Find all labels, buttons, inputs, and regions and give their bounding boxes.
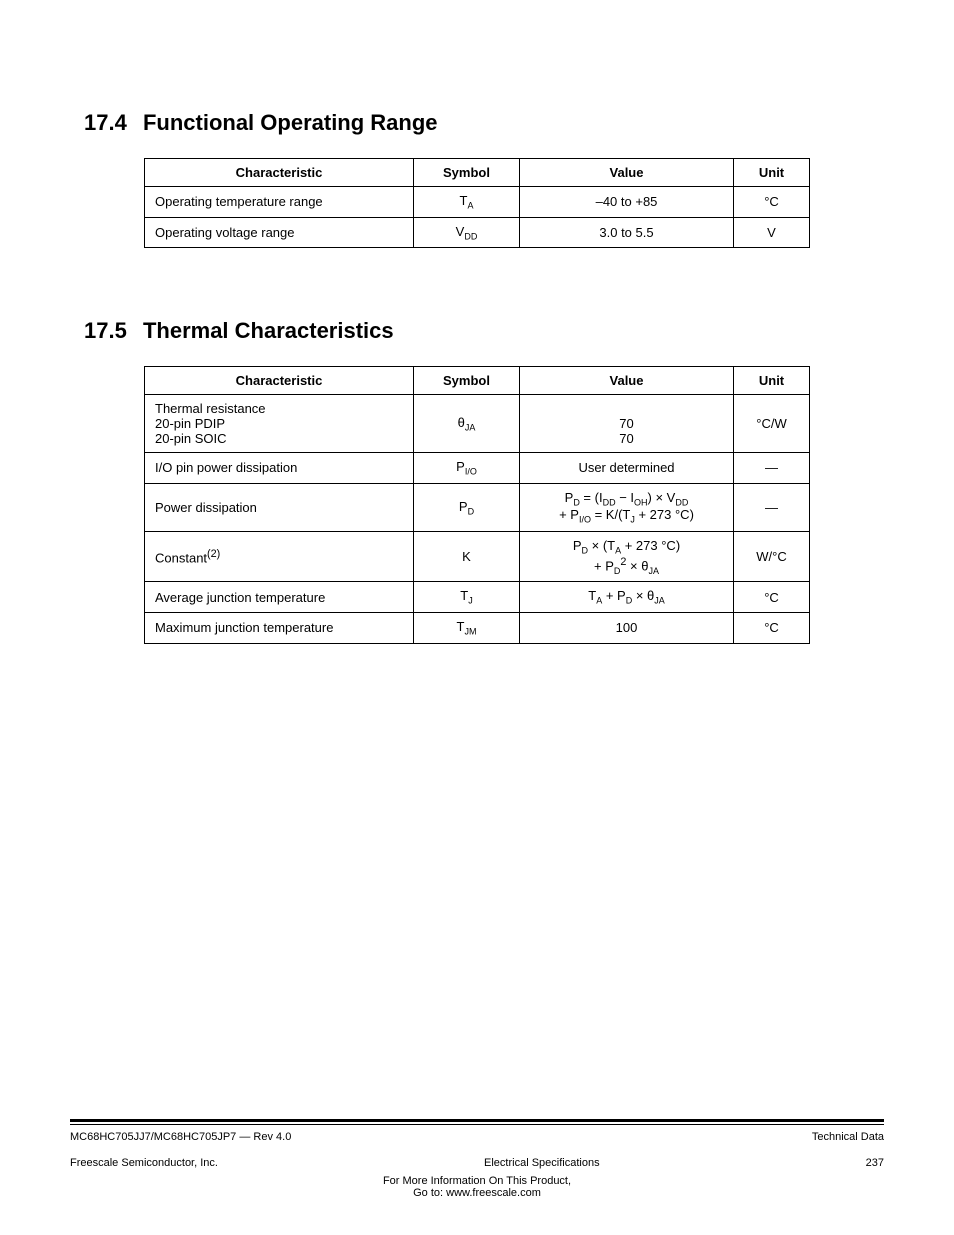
functional-operating-range-table: CharacteristicSymbolValueUnitOperating t… [144, 158, 810, 248]
column-header: Value [520, 159, 734, 187]
cell-unit: °C [734, 582, 810, 613]
cell-value: User determined [520, 453, 734, 484]
table-row: Maximum junction temperatureTJM100°C [145, 613, 810, 644]
cell-value: 7070 [520, 395, 734, 453]
cell-symbol: PD [414, 483, 520, 531]
column-header: Symbol [414, 367, 520, 395]
column-header: Unit [734, 159, 810, 187]
cell-characteristic: Operating temperature range [145, 187, 414, 218]
footer-sponsor: For More Information On This Product, Go… [70, 1175, 884, 1199]
section-title: Functional Operating Range [143, 110, 438, 135]
cell-characteristic: I/O pin power dissipation [145, 453, 414, 484]
table-row: Constant(2)KPD × (TA + 273 °C)+ PD2 × θJ… [145, 531, 810, 582]
cell-value: –40 to +85 [520, 187, 734, 218]
cell-characteristic: Power dissipation [145, 483, 414, 531]
page-footer: MC68HC705JJ7/MC68HC705JP7 — Rev 4.0 Tech… [70, 1119, 884, 1199]
section-heading-17-4: 17.4 Functional Operating Range [84, 110, 884, 136]
footer-right: Technical Data [812, 1131, 884, 1143]
table-row: Operating temperature rangeTA–40 to +85°… [145, 187, 810, 218]
cell-value: 100 [520, 613, 734, 644]
cell-characteristic: Average junction temperature [145, 582, 414, 613]
table-row: Power dissipationPDPD = (IDD − IOH) × VD… [145, 483, 810, 531]
cell-symbol: TA [414, 187, 520, 218]
cell-value: 3.0 to 5.5 [520, 217, 734, 248]
thermal-characteristics-table: CharacteristicSymbolValueUnitThermal res… [144, 366, 810, 643]
cell-unit: W/°C [734, 531, 810, 582]
footer-left: MC68HC705JJ7/MC68HC705JP7 — Rev 4.0 [70, 1131, 291, 1143]
cell-symbol: θJA [414, 395, 520, 453]
cell-symbol: VDD [414, 217, 520, 248]
section-heading-17-5: 17.5 Thermal Characteristics [84, 318, 884, 344]
footer-page: 237 [866, 1157, 884, 1169]
cell-value: TA + PD × θJA [520, 582, 734, 613]
cell-characteristic: Operating voltage range [145, 217, 414, 248]
cell-value: PD = (IDD − IOH) × VDD+ PI/O = K/(TJ + 2… [520, 483, 734, 531]
footer-company: Freescale Semiconductor, Inc. [70, 1157, 218, 1169]
cell-unit: °C [734, 613, 810, 644]
table-row: Operating voltage rangeVDD3.0 to 5.5V [145, 217, 810, 248]
cell-symbol: K [414, 531, 520, 582]
section-number: 17.4 [84, 110, 127, 136]
cell-symbol: PI/O [414, 453, 520, 484]
table-row: Average junction temperatureTJTA + PD × … [145, 582, 810, 613]
table-row: Thermal resistance20-pin PDIP20-pin SOIC… [145, 395, 810, 453]
column-header: Unit [734, 367, 810, 395]
cell-characteristic: Thermal resistance20-pin PDIP20-pin SOIC [145, 395, 414, 453]
cell-unit: — [734, 453, 810, 484]
section-title: Thermal Characteristics [143, 318, 394, 343]
section-number: 17.5 [84, 318, 127, 344]
column-header: Symbol [414, 159, 520, 187]
table-row: I/O pin power dissipationPI/OUser determ… [145, 453, 810, 484]
cell-symbol: TJM [414, 613, 520, 644]
cell-characteristic: Maximum junction temperature [145, 613, 414, 644]
column-header: Value [520, 367, 734, 395]
cell-unit: °C/W [734, 395, 810, 453]
cell-unit: V [734, 217, 810, 248]
footer-mid: Electrical Specifications [218, 1157, 866, 1169]
cell-unit: °C [734, 187, 810, 218]
cell-symbol: TJ [414, 582, 520, 613]
column-header: Characteristic [145, 367, 414, 395]
cell-unit: — [734, 483, 810, 531]
cell-value: PD × (TA + 273 °C)+ PD2 × θJA [520, 531, 734, 582]
cell-characteristic: Constant(2) [145, 531, 414, 582]
column-header: Characteristic [145, 159, 414, 187]
